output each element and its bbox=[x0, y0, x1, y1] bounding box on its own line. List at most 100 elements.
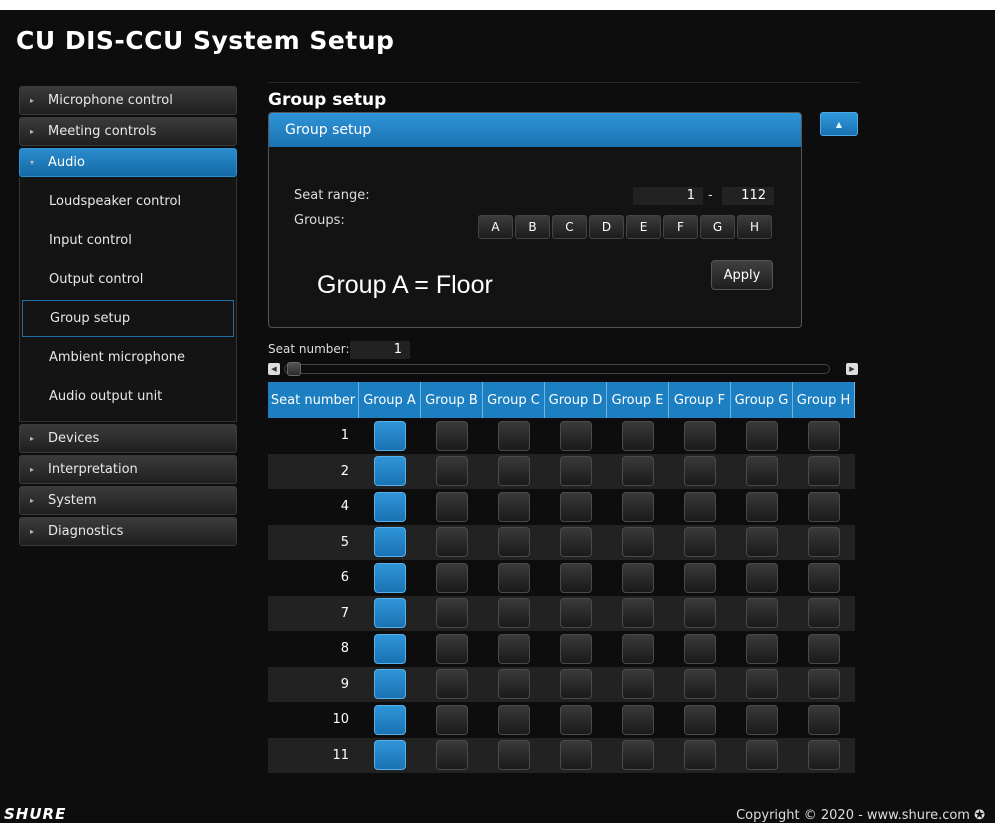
group-toggle-f[interactable] bbox=[684, 527, 716, 558]
group-button-c[interactable]: C bbox=[552, 215, 587, 239]
group-toggle-d[interactable] bbox=[560, 740, 592, 771]
group-toggle-f[interactable] bbox=[684, 704, 716, 735]
group-toggle-b[interactable] bbox=[436, 704, 468, 735]
group-toggle-h[interactable] bbox=[808, 491, 840, 522]
group-toggle-f[interactable] bbox=[684, 669, 716, 700]
group-toggle-h[interactable] bbox=[808, 420, 840, 451]
sidebar-subitem-group-setup[interactable]: Group setup bbox=[22, 300, 234, 337]
group-toggle-g[interactable] bbox=[746, 740, 778, 771]
group-toggle-a[interactable] bbox=[374, 669, 406, 700]
group-toggle-b[interactable] bbox=[436, 740, 468, 771]
group-toggle-d[interactable] bbox=[560, 456, 592, 487]
group-toggle-c[interactable] bbox=[498, 456, 530, 487]
group-toggle-d[interactable] bbox=[560, 633, 592, 664]
sidebar-item-audio[interactable]: ▾ Audio bbox=[19, 148, 237, 177]
group-toggle-f[interactable] bbox=[684, 598, 716, 629]
group-toggle-g[interactable] bbox=[746, 704, 778, 735]
group-button-d[interactable]: D bbox=[589, 215, 624, 239]
group-button-g[interactable]: G bbox=[700, 215, 735, 239]
scroll-track[interactable] bbox=[284, 364, 830, 374]
group-button-h[interactable]: H bbox=[737, 215, 772, 239]
group-toggle-h[interactable] bbox=[808, 598, 840, 629]
group-toggle-e[interactable] bbox=[622, 740, 654, 771]
group-toggle-b[interactable] bbox=[436, 562, 468, 593]
group-toggle-c[interactable] bbox=[498, 633, 530, 664]
group-toggle-d[interactable] bbox=[560, 598, 592, 629]
sidebar-item-diagnostics[interactable]: ▸ Diagnostics bbox=[19, 517, 237, 546]
sidebar-subitem-input-control[interactable]: Input control bbox=[22, 222, 234, 259]
group-toggle-g[interactable] bbox=[746, 527, 778, 558]
group-toggle-f[interactable] bbox=[684, 633, 716, 664]
apply-button[interactable]: Apply bbox=[711, 260, 773, 290]
group-toggle-c[interactable] bbox=[498, 562, 530, 593]
seat-range-to-input[interactable]: 112 bbox=[722, 187, 774, 205]
group-toggle-a[interactable] bbox=[374, 704, 406, 735]
group-toggle-g[interactable] bbox=[746, 598, 778, 629]
group-toggle-a[interactable] bbox=[374, 562, 406, 593]
group-toggle-g[interactable] bbox=[746, 420, 778, 451]
group-toggle-a[interactable] bbox=[374, 420, 406, 451]
horizontal-scrollbar[interactable]: ◀ ▶ bbox=[268, 362, 858, 376]
group-toggle-e[interactable] bbox=[622, 491, 654, 522]
group-toggle-g[interactable] bbox=[746, 456, 778, 487]
sidebar-item-devices[interactable]: ▸ Devices bbox=[19, 424, 237, 453]
group-toggle-g[interactable] bbox=[746, 633, 778, 664]
group-toggle-c[interactable] bbox=[498, 740, 530, 771]
group-toggle-a[interactable] bbox=[374, 456, 406, 487]
group-toggle-g[interactable] bbox=[746, 562, 778, 593]
sidebar-item-microphone-control[interactable]: ▸ Microphone control bbox=[19, 86, 237, 115]
sidebar-item-system[interactable]: ▸ System bbox=[19, 486, 237, 515]
group-toggle-d[interactable] bbox=[560, 491, 592, 522]
group-toggle-e[interactable] bbox=[622, 704, 654, 735]
group-toggle-c[interactable] bbox=[498, 420, 530, 451]
group-toggle-e[interactable] bbox=[622, 669, 654, 700]
group-toggle-g[interactable] bbox=[746, 669, 778, 700]
sidebar-item-meeting-controls[interactable]: ▸ Meeting controls bbox=[19, 117, 237, 146]
group-toggle-c[interactable] bbox=[498, 491, 530, 522]
group-toggle-c[interactable] bbox=[498, 669, 530, 700]
group-toggle-c[interactable] bbox=[498, 527, 530, 558]
group-toggle-b[interactable] bbox=[436, 491, 468, 522]
group-toggle-a[interactable] bbox=[374, 633, 406, 664]
group-toggle-a[interactable] bbox=[374, 491, 406, 522]
group-toggle-h[interactable] bbox=[808, 704, 840, 735]
group-toggle-d[interactable] bbox=[560, 704, 592, 735]
group-toggle-e[interactable] bbox=[622, 527, 654, 558]
group-toggle-h[interactable] bbox=[808, 633, 840, 664]
sidebar-subitem-audio-output-unit[interactable]: Audio output unit bbox=[22, 378, 234, 415]
group-button-b[interactable]: B bbox=[515, 215, 550, 239]
group-toggle-e[interactable] bbox=[622, 420, 654, 451]
sidebar-subitem-loudspeaker-control[interactable]: Loudspeaker control bbox=[22, 183, 234, 220]
group-toggle-b[interactable] bbox=[436, 420, 468, 451]
group-toggle-d[interactable] bbox=[560, 420, 592, 451]
group-toggle-h[interactable] bbox=[808, 740, 840, 771]
scroll-thumb[interactable] bbox=[287, 362, 301, 376]
group-toggle-f[interactable] bbox=[684, 456, 716, 487]
group-toggle-h[interactable] bbox=[808, 669, 840, 700]
group-toggle-c[interactable] bbox=[498, 598, 530, 629]
group-toggle-c[interactable] bbox=[498, 704, 530, 735]
group-toggle-f[interactable] bbox=[684, 420, 716, 451]
group-toggle-b[interactable] bbox=[436, 633, 468, 664]
sidebar-item-interpretation[interactable]: ▸ Interpretation bbox=[19, 455, 237, 484]
group-toggle-a[interactable] bbox=[374, 527, 406, 558]
group-toggle-h[interactable] bbox=[808, 456, 840, 487]
group-button-f[interactable]: F bbox=[663, 215, 698, 239]
seat-number-input[interactable]: 1 bbox=[350, 341, 410, 359]
group-toggle-a[interactable] bbox=[374, 598, 406, 629]
group-toggle-h[interactable] bbox=[808, 527, 840, 558]
seat-range-from-input[interactable]: 1 bbox=[633, 187, 703, 205]
group-toggle-f[interactable] bbox=[684, 562, 716, 593]
group-toggle-e[interactable] bbox=[622, 598, 654, 629]
group-button-e[interactable]: E bbox=[626, 215, 661, 239]
sidebar-subitem-ambient-microphone[interactable]: Ambient microphone bbox=[22, 339, 234, 376]
group-toggle-e[interactable] bbox=[622, 562, 654, 593]
scroll-right-icon[interactable]: ▶ bbox=[846, 363, 858, 375]
group-toggle-f[interactable] bbox=[684, 491, 716, 522]
group-toggle-e[interactable] bbox=[622, 633, 654, 664]
group-toggle-b[interactable] bbox=[436, 669, 468, 700]
group-toggle-d[interactable] bbox=[560, 562, 592, 593]
group-toggle-b[interactable] bbox=[436, 527, 468, 558]
group-toggle-b[interactable] bbox=[436, 598, 468, 629]
sidebar-subitem-output-control[interactable]: Output control bbox=[22, 261, 234, 298]
